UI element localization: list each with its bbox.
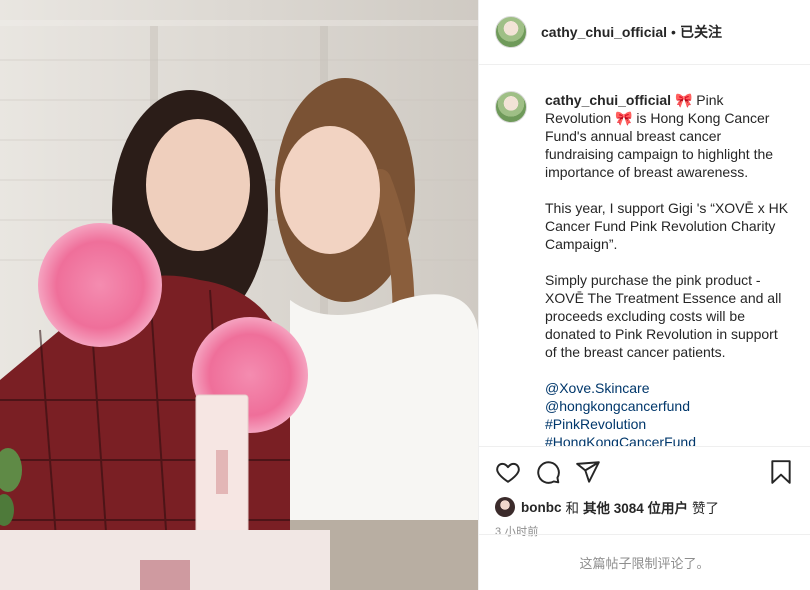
first-liker-username[interactable]: bonbc (521, 500, 562, 515)
likes-suffix: 赞了 (692, 501, 720, 516)
ribbon-emoji: 🎀 (674, 92, 693, 108)
author-username[interactable]: cathy_chui_official (541, 24, 667, 40)
likes-summary: bonbc 和 其他 3084 位用户 赞了 (479, 497, 810, 517)
mention-hongkongcancerfund[interactable]: @hongkongcancerfund (545, 397, 793, 415)
caption-tags: @Xove.Skincare @hongkongcancerfund #Pink… (545, 379, 793, 446)
caption-author-avatar[interactable] (495, 91, 527, 123)
following-status-button[interactable]: 已关注 (680, 22, 722, 42)
liker-avatar[interactable] (495, 497, 515, 517)
caption-username[interactable]: cathy_chui_official (545, 92, 671, 108)
caption-text: cathy_chui_official 🎀 Pink Revolution 🎀 … (545, 91, 793, 446)
action-bar (479, 447, 810, 497)
author-avatar[interactable] (495, 16, 527, 48)
hashtag-pinkrevolution[interactable]: #PinkRevolution (545, 415, 793, 433)
post-side-panel: cathy_chui_official • 已关注 cathy_chui_off… (478, 0, 810, 590)
caption-section: cathy_chui_official 🎀 Pink Revolution 🎀 … (479, 65, 810, 447)
bookmark-icon[interactable] (768, 459, 794, 485)
post-header: cathy_chui_official • 已关注 (479, 0, 810, 65)
comment-icon[interactable] (535, 459, 561, 485)
caption-paragraph-3: Simply purchase the pink product - XOVĒ … (545, 272, 782, 360)
mention-xove-skincare[interactable]: @Xove.Skincare (545, 379, 793, 397)
header-separator: • (671, 24, 676, 40)
photo-illustration (0, 0, 478, 590)
instagram-post: cathy_chui_official • 已关注 cathy_chui_off… (0, 0, 810, 590)
heart-icon[interactable] (495, 459, 521, 485)
paper-plane-icon[interactable] (575, 459, 601, 485)
hashtag-hongkongcancerfund[interactable]: #HongKongCancerFund (545, 433, 793, 446)
others-liked-link[interactable]: 其他 3084 位用户 (583, 501, 688, 516)
post-photo[interactable] (0, 0, 478, 590)
likes-and: 和 (565, 501, 580, 516)
ribbon-emoji-2: 🎀 (615, 110, 633, 126)
caption-paragraph-2: This year, I support Gigi 's “XOVĒ x HK … (545, 200, 789, 252)
comments-limited-notice: 这篇帖子限制评论了。 (479, 534, 810, 590)
